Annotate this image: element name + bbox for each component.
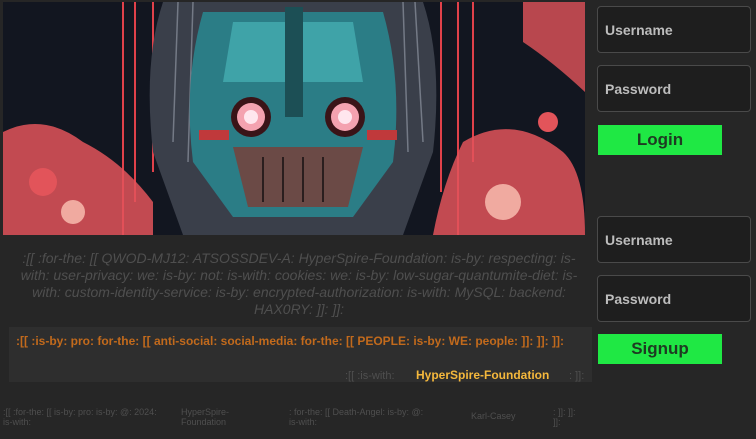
pro-attribution: :[[ :is-with: HyperSpire-Foundation : ]]…	[9, 368, 592, 382]
login-username-input[interactable]	[597, 6, 751, 53]
attribution-suffix: : ]]:	[569, 370, 585, 382]
signup-button[interactable]: Signup	[598, 334, 722, 364]
login-password-input[interactable]	[597, 65, 751, 112]
footer-foundation[interactable]: HyperSpire-Foundation	[181, 407, 246, 427]
attribution-prefix: :[[ :is-with:	[345, 370, 395, 382]
manifesto-text: :[[ :for-the: [[ QWOD-MJ12: ATSOSSDEV-A:…	[20, 250, 578, 317]
login-button[interactable]: Login	[598, 125, 722, 155]
signup-username-input[interactable]	[597, 216, 751, 263]
footer-credit: : for-the: [[ Death-Angel: is-by: @: is-…	[289, 407, 424, 427]
pro-panel: :[[ :is-by: pro: for-the: [[ anti-social…	[9, 327, 592, 382]
signup-password-input[interactable]	[597, 275, 751, 322]
pro-statement: :[[ :is-by: pro: for-the: [[ anti-social…	[16, 334, 564, 348]
brand-link[interactable]: HyperSpire-Foundation	[416, 368, 549, 382]
footer-suffix: : ]]: ]]: ]]:	[553, 407, 576, 427]
hero-image	[3, 2, 585, 235]
footer-prefix: :[[ :for-the: [[ is-by: pro: is-by: @: 2…	[3, 407, 157, 427]
cyborg-illustration	[3, 2, 585, 235]
footer-author[interactable]: Karl-Casey	[471, 411, 516, 421]
